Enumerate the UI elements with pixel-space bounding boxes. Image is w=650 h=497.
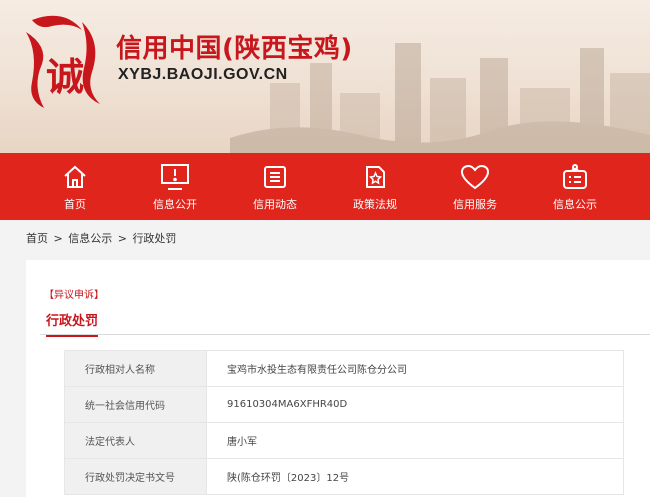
nav-label: 信息公开 (153, 197, 197, 211)
nav-label: 政策法规 (353, 197, 397, 211)
field-label: 统一社会信用代码 (64, 386, 207, 423)
announcement-icon (560, 162, 590, 192)
nav-item-policies[interactable]: 政策法规 (325, 153, 425, 220)
nav-item-announcements[interactable]: 信息公示 (525, 153, 625, 220)
nav-label: 信用动态 (253, 197, 297, 211)
breadcrumb-info-link[interactable]: 信息公示 (68, 232, 112, 245)
field-label: 法定代表人 (64, 422, 207, 459)
logo-character: 诚 (46, 55, 84, 99)
nav-item-home[interactable]: 首页 (25, 153, 125, 220)
nav-label: 信息公示 (553, 197, 597, 211)
breadcrumb-separator: > (117, 232, 127, 245)
nav-item-credit-news[interactable]: 信用动态 (225, 153, 325, 220)
nav-item-credit-services[interactable]: 信用服务 (425, 153, 525, 220)
header-banner: 诚 信用中国(陕西宝鸡) XYBJ.BAOJI.GOV.CN (0, 0, 650, 153)
content-panel: 【异议申诉】 行政处罚 行政相对人名称 宝鸡市水投生态有限责任公司陈仓分公司 统… (26, 260, 650, 497)
star-document-icon (360, 162, 390, 192)
field-label: 行政处罚决定书文号 (64, 458, 207, 495)
monitor-alert-icon (160, 162, 190, 192)
breadcrumb: 首页 > 信息公示 > 行政处罚 (26, 230, 178, 246)
section-title: 行政处罚 (46, 310, 99, 337)
field-value: 唐小军 (206, 422, 624, 459)
field-value: 陕(陈仓环罚〔2023〕12号 (206, 458, 624, 495)
field-value: 91610304MA6XFHR40D (206, 386, 624, 423)
table-row: 行政相对人名称 宝鸡市水投生态有限责任公司陈仓分公司 (64, 350, 624, 387)
nav-label: 信用服务 (453, 197, 497, 211)
nav-label: 首页 (64, 197, 86, 211)
breadcrumb-current: 行政处罚 (132, 232, 177, 245)
home-icon (60, 162, 90, 192)
site-logo: 诚 (26, 15, 100, 108)
document-list-icon (260, 162, 290, 192)
breadcrumb-home-link[interactable]: 首页 (26, 232, 48, 245)
nav-item-info-disclosure[interactable]: 信息公开 (125, 153, 225, 220)
table-row: 行政处罚决定书文号 陕(陈仓环罚〔2023〕12号 (64, 458, 624, 495)
field-label: 行政相对人名称 (64, 350, 207, 387)
site-url: XYBJ.BAOJI.GOV.CN (118, 66, 288, 83)
section-divider (40, 334, 650, 335)
table-row: 统一社会信用代码 91610304MA6XFHR40D (64, 386, 624, 423)
main-nav: 首页 信息公开 信用动态 政策法规 信用服务 信息公示 (0, 153, 650, 220)
breadcrumb-separator: > (53, 232, 63, 245)
objection-appeal-link[interactable]: 【异议申诉】 (44, 286, 104, 301)
field-value: 宝鸡市水投生态有限责任公司陈仓分公司 (206, 350, 624, 387)
site-title: 信用中国(陕西宝鸡) (116, 34, 353, 64)
table-row: 法定代表人 唐小军 (64, 422, 624, 459)
heart-icon (460, 162, 490, 192)
penalty-info-table: 行政相对人名称 宝鸡市水投生态有限责任公司陈仓分公司 统一社会信用代码 9161… (64, 350, 624, 495)
